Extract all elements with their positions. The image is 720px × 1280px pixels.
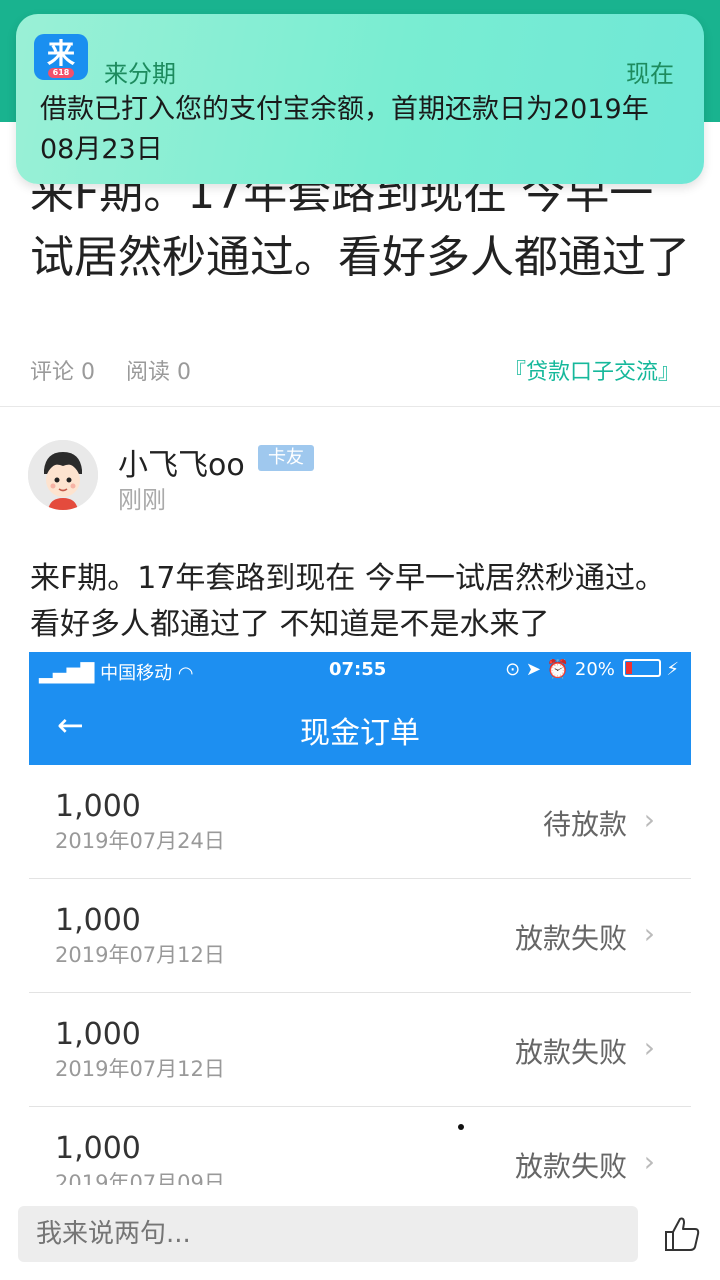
order-status: 待放款 [542,808,627,841]
author-name[interactable]: 小飞飞oo [118,440,245,484]
comment-count: 评论 0 [30,360,95,385]
order-amount: 1,000 [55,1017,141,1052]
battery-icon [622,659,661,677]
status-carrier: ▂▄▆█ 中国移动 ◠ [39,659,194,685]
author-badge: 卡友 [258,445,314,471]
app-icon-char: 来 [46,37,75,70]
wifi-icon: ◠ [177,663,194,684]
chevron-right-icon: › [643,1031,655,1064]
divider [0,406,720,407]
comment-input[interactable] [18,1206,638,1262]
order-amount: 1,000 [55,1131,141,1166]
status-right: ⊙ ➤ ⏰ 20% ⚡ [505,659,679,680]
order-row[interactable]: 1,000 2019年07月12日 放款失败 › [29,879,691,993]
stray-dot [458,1124,464,1130]
order-amount: 1,000 [55,789,141,824]
forum-tag-link[interactable]: 『贷款口子交流』 [504,354,680,386]
post-time: 刚刚 [118,486,166,514]
signal-icon: ▂▄▆█ [39,663,95,684]
avatar-cartoon-icon [28,440,98,510]
order-date: 2019年07月24日 [55,829,225,853]
order-status: 放款失败 [514,922,627,955]
app-icon-tag: 618 [48,68,74,78]
push-notification[interactable]: 来 618 来分期 现在 借款已打入您的支付宝余额，首期还款日为2019年08月… [16,14,704,184]
order-row[interactable]: 1,000 2019年07月12日 放款失败 › [29,993,691,1107]
alarm-icon: ⏰ [546,659,570,680]
embedded-screenshot[interactable]: ▂▄▆█ 中国移动 ◠ 07:55 ⊙ ➤ ⏰ 20% ⚡ ← 现金订单 1,0… [29,652,691,1185]
order-status: 放款失败 [514,1150,627,1183]
chevron-right-icon: › [643,803,655,836]
read-count: 阅读 0 [126,360,191,385]
order-amount: 1,000 [55,903,141,938]
status-clock: 07:55 [329,659,387,680]
order-date: 2019年07月12日 [55,943,225,967]
screenshot-status-bar: ▂▄▆█ 中国移动 ◠ 07:55 ⊙ ➤ ⏰ 20% ⚡ [29,652,691,688]
order-date: 2019年07月09日 [55,1171,225,1185]
order-date: 2019年07月12日 [55,1057,225,1081]
location-icon: ➤ [525,659,541,680]
battery-percent: 20% [574,659,615,680]
chevron-right-icon: › [643,917,655,950]
carrier-name: 中国移动 [100,663,173,684]
battery-level [625,662,632,674]
notification-time: 现在 [626,60,674,88]
chevron-right-icon: › [643,1145,655,1178]
post-body: 来F期。17年套路到现在 今早一试居然秒通过。看好多人都通过了 不知道是不是水来… [30,561,665,642]
notification-app-name: 来分期 [104,60,176,88]
comment-bar [0,1190,720,1280]
screenshot-nav-bar: ← 现金订单 [29,688,691,765]
notification-message: 借款已打入您的支付宝余额，首期还款日为2019年08月23日 [40,94,649,165]
order-status: 放款失败 [514,1036,627,1069]
thumbs-up-icon[interactable] [662,1214,702,1254]
screenshot-nav-title: 现金订单 [300,716,420,751]
charging-icon: ⚡ [666,659,679,680]
rotation-lock-icon: ⊙ [505,659,521,680]
app-icon: 来 618 [34,34,88,80]
order-row[interactable]: 1,000 2019年07月24日 待放款 › [29,765,691,879]
post-meta: 评论 0 阅读 0 [30,354,215,386]
order-row[interactable]: 1,000 2019年07月09日 放款失败 › [29,1107,691,1185]
avatar[interactable] [28,440,98,510]
